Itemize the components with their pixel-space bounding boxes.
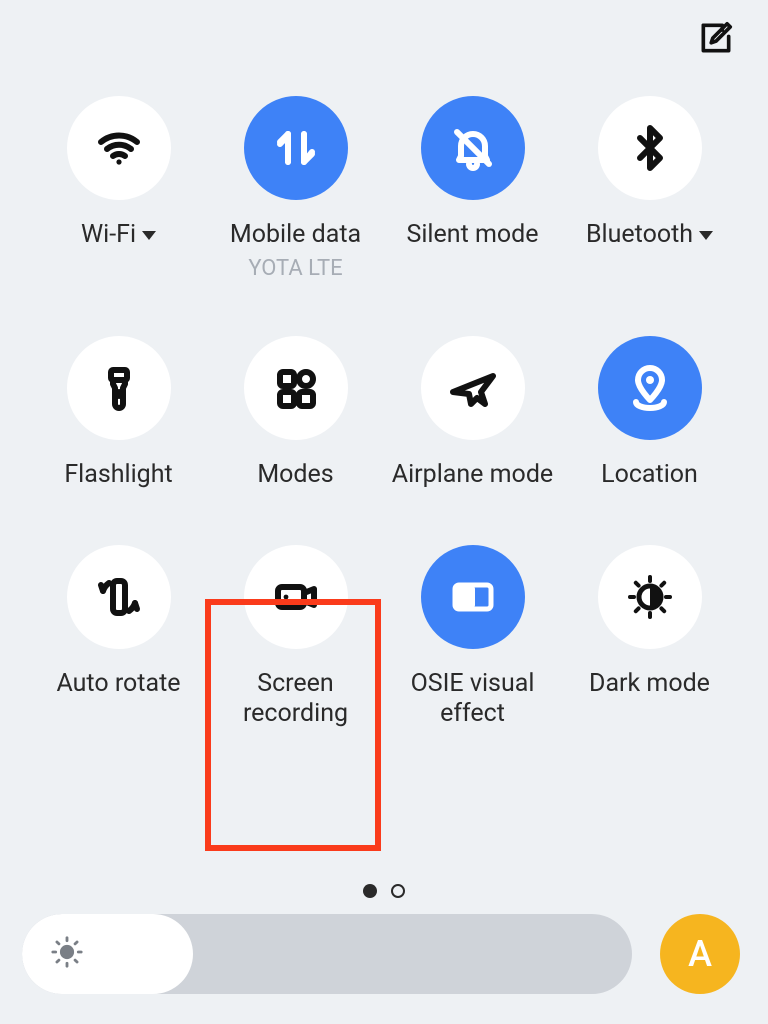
page-dot [391, 884, 405, 898]
page-indicator[interactable] [363, 884, 405, 898]
tile-label: Bluetooth [586, 220, 693, 250]
bluetooth-icon [598, 96, 702, 200]
tile-osie-visual-effect[interactable]: OSIE visual effect [388, 545, 558, 729]
tile-label: Modes [257, 460, 333, 490]
tile-modes[interactable]: Modes [211, 336, 381, 490]
auto-brightness-button[interactable]: A [660, 914, 740, 994]
auto-rotate-icon [67, 545, 171, 649]
quick-settings-grid: Wi-Fi Mobile data YOTA LTE Silent mode B… [0, 96, 768, 729]
brightness-slider-fill [22, 914, 193, 994]
wifi-icon [67, 96, 171, 200]
bell-off-icon [421, 96, 525, 200]
chevron-down-icon [699, 231, 713, 240]
tile-label: Dark mode [589, 669, 710, 699]
tile-label: Location [601, 460, 698, 490]
dark-mode-icon [598, 545, 702, 649]
tile-label: Silent mode [407, 220, 539, 250]
tile-label: Mobile data [230, 220, 361, 250]
edit-icon [697, 19, 735, 57]
tile-label: Airplane mode [392, 460, 553, 490]
tile-label: OSIE visual effect [411, 669, 535, 729]
tile-screen-recording[interactable]: Screen recording [211, 545, 381, 729]
page-dot-current [363, 884, 377, 898]
tile-location[interactable]: Location [565, 336, 735, 490]
tile-silent-mode[interactable]: Silent mode [388, 96, 558, 281]
tile-bluetooth[interactable]: Bluetooth [565, 96, 735, 281]
location-icon [598, 336, 702, 440]
tile-label: Wi-Fi [81, 220, 136, 250]
tile-flashlight[interactable]: Flashlight [34, 336, 204, 490]
airplane-icon [421, 336, 525, 440]
auto-brightness-label: A [688, 933, 712, 975]
chevron-down-icon [142, 231, 156, 240]
tile-wifi[interactable]: Wi-Fi [34, 96, 204, 281]
edit-tiles-button[interactable] [692, 14, 740, 62]
video-camera-icon [244, 545, 348, 649]
tile-sublabel: YOTA LTE [248, 256, 342, 281]
osie-icon [421, 545, 525, 649]
brightness-slider[interactable] [22, 914, 632, 994]
brightness-icon [50, 935, 84, 973]
tile-label: Auto rotate [56, 669, 180, 699]
tile-mobile-data[interactable]: Mobile data YOTA LTE [211, 96, 381, 281]
tile-dark-mode[interactable]: Dark mode [565, 545, 735, 729]
tile-airplane-mode[interactable]: Airplane mode [388, 336, 558, 490]
modes-icon [244, 336, 348, 440]
flashlight-icon [67, 336, 171, 440]
tile-label: Flashlight [64, 460, 172, 490]
mobile-data-icon [244, 96, 348, 200]
tile-auto-rotate[interactable]: Auto rotate [34, 545, 204, 729]
tile-label: Screen recording [243, 669, 348, 729]
